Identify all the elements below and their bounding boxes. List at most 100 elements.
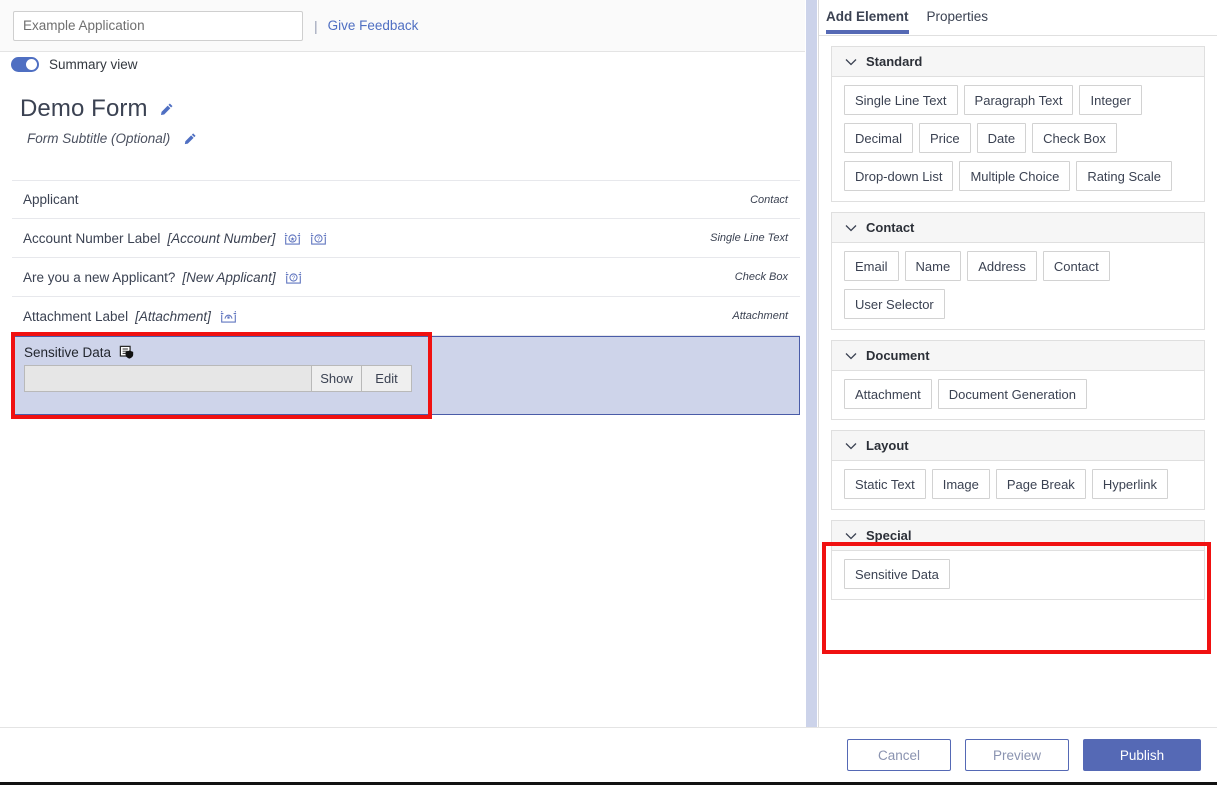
- section-standard-items: Single Line Text Paragraph Text Integer …: [832, 77, 1204, 201]
- show-button[interactable]: Show: [311, 366, 361, 391]
- element-document-generation[interactable]: Document Generation: [937, 379, 1087, 409]
- section-title: Contact: [866, 220, 915, 235]
- form-subtitle: Form Subtitle (Optional): [27, 131, 171, 146]
- section-standard: Standard Single Line Text Paragraph Text…: [831, 46, 1205, 202]
- element-price[interactable]: Price: [918, 123, 971, 153]
- element-integer[interactable]: Integer: [1079, 85, 1142, 115]
- element-paragraph-text[interactable]: Paragraph Text: [963, 85, 1074, 115]
- scrollbar-track[interactable]: [806, 0, 817, 727]
- section-special-header[interactable]: Special: [832, 521, 1204, 551]
- pencil-icon[interactable]: [183, 132, 197, 146]
- section-title: Special: [866, 528, 912, 543]
- row-label: Applicant: [23, 192, 79, 207]
- help-question-icon[interactable]: ?: [285, 270, 302, 285]
- section-contact: Contact Email Name Address Contact User …: [831, 212, 1205, 330]
- element-check-box[interactable]: Check Box: [1032, 123, 1117, 153]
- element-date[interactable]: Date: [976, 123, 1027, 153]
- give-feedback-link[interactable]: Give Feedback: [328, 18, 419, 33]
- form-designer-app: | Give Feedback Summary view Demo Form F…: [0, 0, 1217, 785]
- section-title: Layout: [866, 438, 909, 453]
- required-star-icon[interactable]: ★: [284, 231, 301, 246]
- element-decimal[interactable]: Decimal: [844, 123, 913, 153]
- element-email[interactable]: Email: [844, 251, 899, 281]
- tab-properties[interactable]: Properties: [927, 9, 989, 33]
- section-contact-header[interactable]: Contact: [832, 213, 1204, 243]
- action-footer: Cancel Preview Publish: [0, 727, 1217, 782]
- table-row[interactable]: Are you a new Applicant? [New Applicant]…: [12, 258, 800, 297]
- sensitive-data-value[interactable]: [25, 366, 311, 391]
- section-layout-header[interactable]: Layout: [832, 431, 1204, 461]
- attachment-upload-icon[interactable]: [220, 309, 237, 324]
- row-element-type: Check Box: [734, 271, 788, 283]
- cancel-button[interactable]: Cancel: [847, 739, 951, 771]
- pencil-icon[interactable]: [159, 102, 174, 117]
- element-user-selector[interactable]: User Selector: [844, 289, 945, 319]
- chevron-down-icon: [845, 58, 857, 66]
- tab-add-element[interactable]: Add Element: [826, 9, 909, 34]
- form-subtitle-row: Form Subtitle (Optional): [27, 131, 197, 146]
- element-image[interactable]: Image: [931, 469, 990, 499]
- table-row[interactable]: Applicant Contact: [12, 180, 800, 219]
- preview-button[interactable]: Preview: [965, 739, 1069, 771]
- table-row[interactable]: Attachment Label [Attachment] Attachment: [12, 297, 800, 336]
- summary-view-toggle[interactable]: [11, 57, 39, 72]
- chevron-down-icon: [845, 352, 857, 360]
- publish-button[interactable]: Publish: [1083, 739, 1201, 771]
- element-drop-down-list[interactable]: Drop-down List: [844, 161, 954, 191]
- element-contact[interactable]: Contact: [1042, 251, 1110, 281]
- row-content: Applicant: [23, 192, 750, 207]
- row-field-name: [New Applicant]: [182, 269, 276, 285]
- chevron-down-icon: [845, 532, 857, 540]
- element-multiple-choice[interactable]: Multiple Choice: [959, 161, 1071, 191]
- section-layout: Layout Static Text Image Page Break Hype…: [831, 430, 1205, 510]
- row-content: Are you a new Applicant? [New Applicant]…: [23, 270, 735, 285]
- row-element-type: Single Line Text: [710, 232, 788, 244]
- element-static-text[interactable]: Static Text: [844, 469, 926, 499]
- row-field-name: [Attachment]: [135, 308, 211, 324]
- row-label: Attachment Label: [23, 308, 129, 324]
- element-name[interactable]: Name: [904, 251, 962, 281]
- element-sensitive-data[interactable]: Sensitive Data: [844, 559, 950, 589]
- table-row[interactable]: Account Number Label [Account Number] ★: [12, 219, 800, 258]
- svg-text:★: ★: [290, 235, 295, 242]
- sensitive-data-header: Sensitive Data: [24, 345, 799, 360]
- form-title: Demo Form: [20, 95, 148, 122]
- section-document-header[interactable]: Document: [832, 341, 1204, 371]
- row-field-name: [Account Number]: [167, 230, 276, 246]
- application-name-input[interactable]: [13, 10, 303, 41]
- edit-button[interactable]: Edit: [361, 366, 411, 391]
- row-content: Attachment Label [Attachment]: [23, 309, 732, 324]
- help-question-icon[interactable]: ?: [310, 231, 327, 246]
- element-rating-scale[interactable]: Rating Scale: [1076, 161, 1173, 191]
- section-special: Special Sensitive Data: [831, 520, 1205, 600]
- element-hyperlink[interactable]: Hyperlink: [1091, 469, 1168, 499]
- pane-scrollbar[interactable]: [805, 0, 818, 727]
- section-title: Standard: [866, 54, 923, 69]
- application-header: | Give Feedback: [0, 0, 805, 52]
- sensitive-data-control: Show Edit: [24, 365, 412, 392]
- sensitive-data-row[interactable]: Sensitive Data Show Edit: [12, 336, 800, 415]
- toggle-knob: [26, 59, 37, 70]
- form-canvas-pane: | Give Feedback Summary view Demo Form F…: [0, 0, 805, 727]
- summary-view-row: Summary view: [11, 57, 138, 72]
- sensitive-data-label: Sensitive Data: [24, 345, 112, 360]
- section-special-items: Sensitive Data: [832, 551, 1204, 599]
- panel-tabs: Add Element Properties: [819, 0, 1217, 36]
- sensitive-badge-icon[interactable]: [119, 345, 135, 360]
- summary-view-label: Summary view: [49, 57, 138, 72]
- row-label: Account Number Label: [23, 230, 161, 246]
- element-attachment[interactable]: Attachment: [844, 379, 932, 409]
- header-separator: |: [314, 17, 318, 34]
- section-standard-header[interactable]: Standard: [832, 47, 1204, 77]
- section-document: Document Attachment Document Generation: [831, 340, 1205, 420]
- element-address[interactable]: Address: [967, 251, 1037, 281]
- element-single-line-text[interactable]: Single Line Text: [844, 85, 958, 115]
- element-page-break[interactable]: Page Break: [995, 469, 1086, 499]
- chevron-down-icon: [845, 224, 857, 232]
- row-element-type: Contact: [750, 193, 788, 206]
- section-title: Document: [866, 348, 930, 363]
- section-contact-items: Email Name Address Contact User Selector: [832, 243, 1204, 329]
- section-document-items: Attachment Document Generation: [832, 371, 1204, 419]
- row-element-type: Attachment: [732, 310, 788, 322]
- section-layout-items: Static Text Image Page Break Hyperlink: [832, 461, 1204, 509]
